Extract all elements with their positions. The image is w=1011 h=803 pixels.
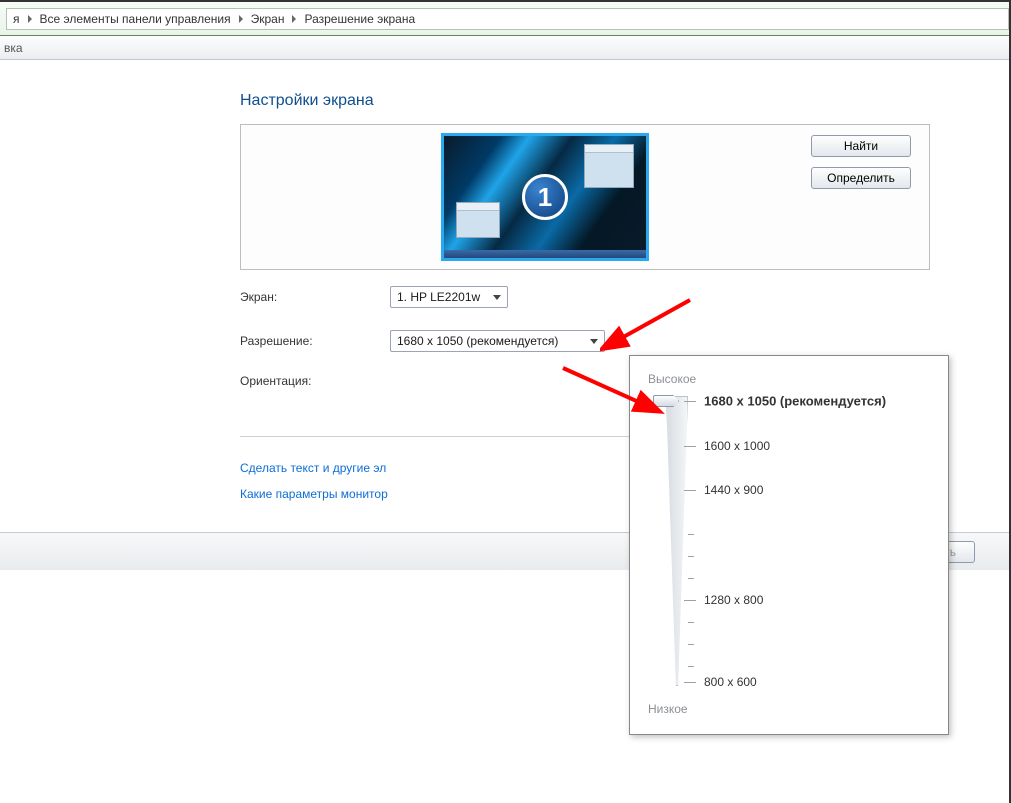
resolution-dropdown-popup[interactable]: Высокое 1680 х 1050 (рекомендуется) 1600 … (629, 355, 949, 735)
breadcrumb-fragment: я (11, 12, 22, 26)
slider-track-icon (666, 396, 688, 686)
slider-tick-minor (688, 622, 694, 623)
breadcrumb[interactable]: я Все элементы панели управления Экран Р… (6, 8, 1009, 30)
taskbar-icon (444, 250, 646, 258)
toolbar-fragment[interactable]: вка (4, 41, 23, 55)
identify-button[interactable]: Определить (811, 167, 911, 189)
slider-tick (684, 401, 696, 402)
screen-combo[interactable]: 1. HP LE2201w (390, 286, 508, 308)
slider-low-label: Низкое (648, 702, 930, 716)
address-bar: я Все элементы панели управления Экран Р… (0, 2, 1009, 36)
resolution-option[interactable]: 1680 х 1050 (рекомендуется) (704, 394, 886, 409)
resolution-option[interactable]: 1280 х 800 (704, 593, 763, 607)
window-icon (456, 202, 500, 238)
slider-tick-minor (688, 534, 694, 535)
slider-tick-minor (688, 644, 694, 645)
resolution-combo-value: 1680 х 1050 (рекомендуется) (397, 334, 558, 348)
window-icon (584, 144, 634, 188)
chevron-down-icon (493, 295, 501, 300)
toolbar: вка (0, 36, 1009, 60)
monitor-params-link[interactable]: Какие параметры монитор (240, 487, 388, 501)
resolution-option[interactable]: 1440 х 900 (704, 483, 763, 497)
monitor-number-badge: 1 (522, 174, 568, 220)
text-size-link[interactable]: Сделать текст и другие эл (240, 461, 386, 475)
orientation-label: Ориентация: (240, 374, 390, 388)
slider-high-label: Высокое (648, 372, 930, 386)
resolution-option[interactable]: 1600 х 1000 (704, 439, 770, 453)
chevron-down-icon (590, 339, 598, 344)
slider-tick-minor (688, 578, 694, 579)
resolution-combo[interactable]: 1680 х 1050 (рекомендуется) (390, 330, 605, 352)
chevron-right-icon (239, 15, 243, 23)
resolution-slider[interactable]: 1680 х 1050 (рекомендуется) 1600 х 1000 14… (648, 396, 930, 696)
slider-tick (684, 490, 696, 491)
monitor-thumbnail[interactable]: 1 (441, 133, 649, 261)
slider-tick (684, 600, 696, 601)
breadcrumb-item-control-panel[interactable]: Все элементы панели управления (38, 12, 233, 26)
resolution-option[interactable]: 800 х 600 (704, 675, 757, 689)
slider-tick (684, 446, 696, 447)
slider-tick-minor (688, 666, 694, 667)
breadcrumb-item-resolution[interactable]: Разрешение экрана (302, 12, 417, 26)
display-preview-frame: 1 Найти Определить (240, 124, 930, 270)
slider-tick-minor (688, 556, 694, 557)
slider-tick (684, 682, 696, 683)
chevron-right-icon (28, 15, 32, 23)
find-button[interactable]: Найти (811, 135, 911, 157)
chevron-right-icon (292, 15, 296, 23)
breadcrumb-item-display[interactable]: Экран (249, 12, 287, 26)
resolution-label: Разрешение: (240, 334, 390, 348)
screen-label: Экран: (240, 290, 390, 304)
page-title: Настройки экрана (240, 92, 1009, 110)
screen-combo-value: 1. HP LE2201w (397, 290, 480, 304)
